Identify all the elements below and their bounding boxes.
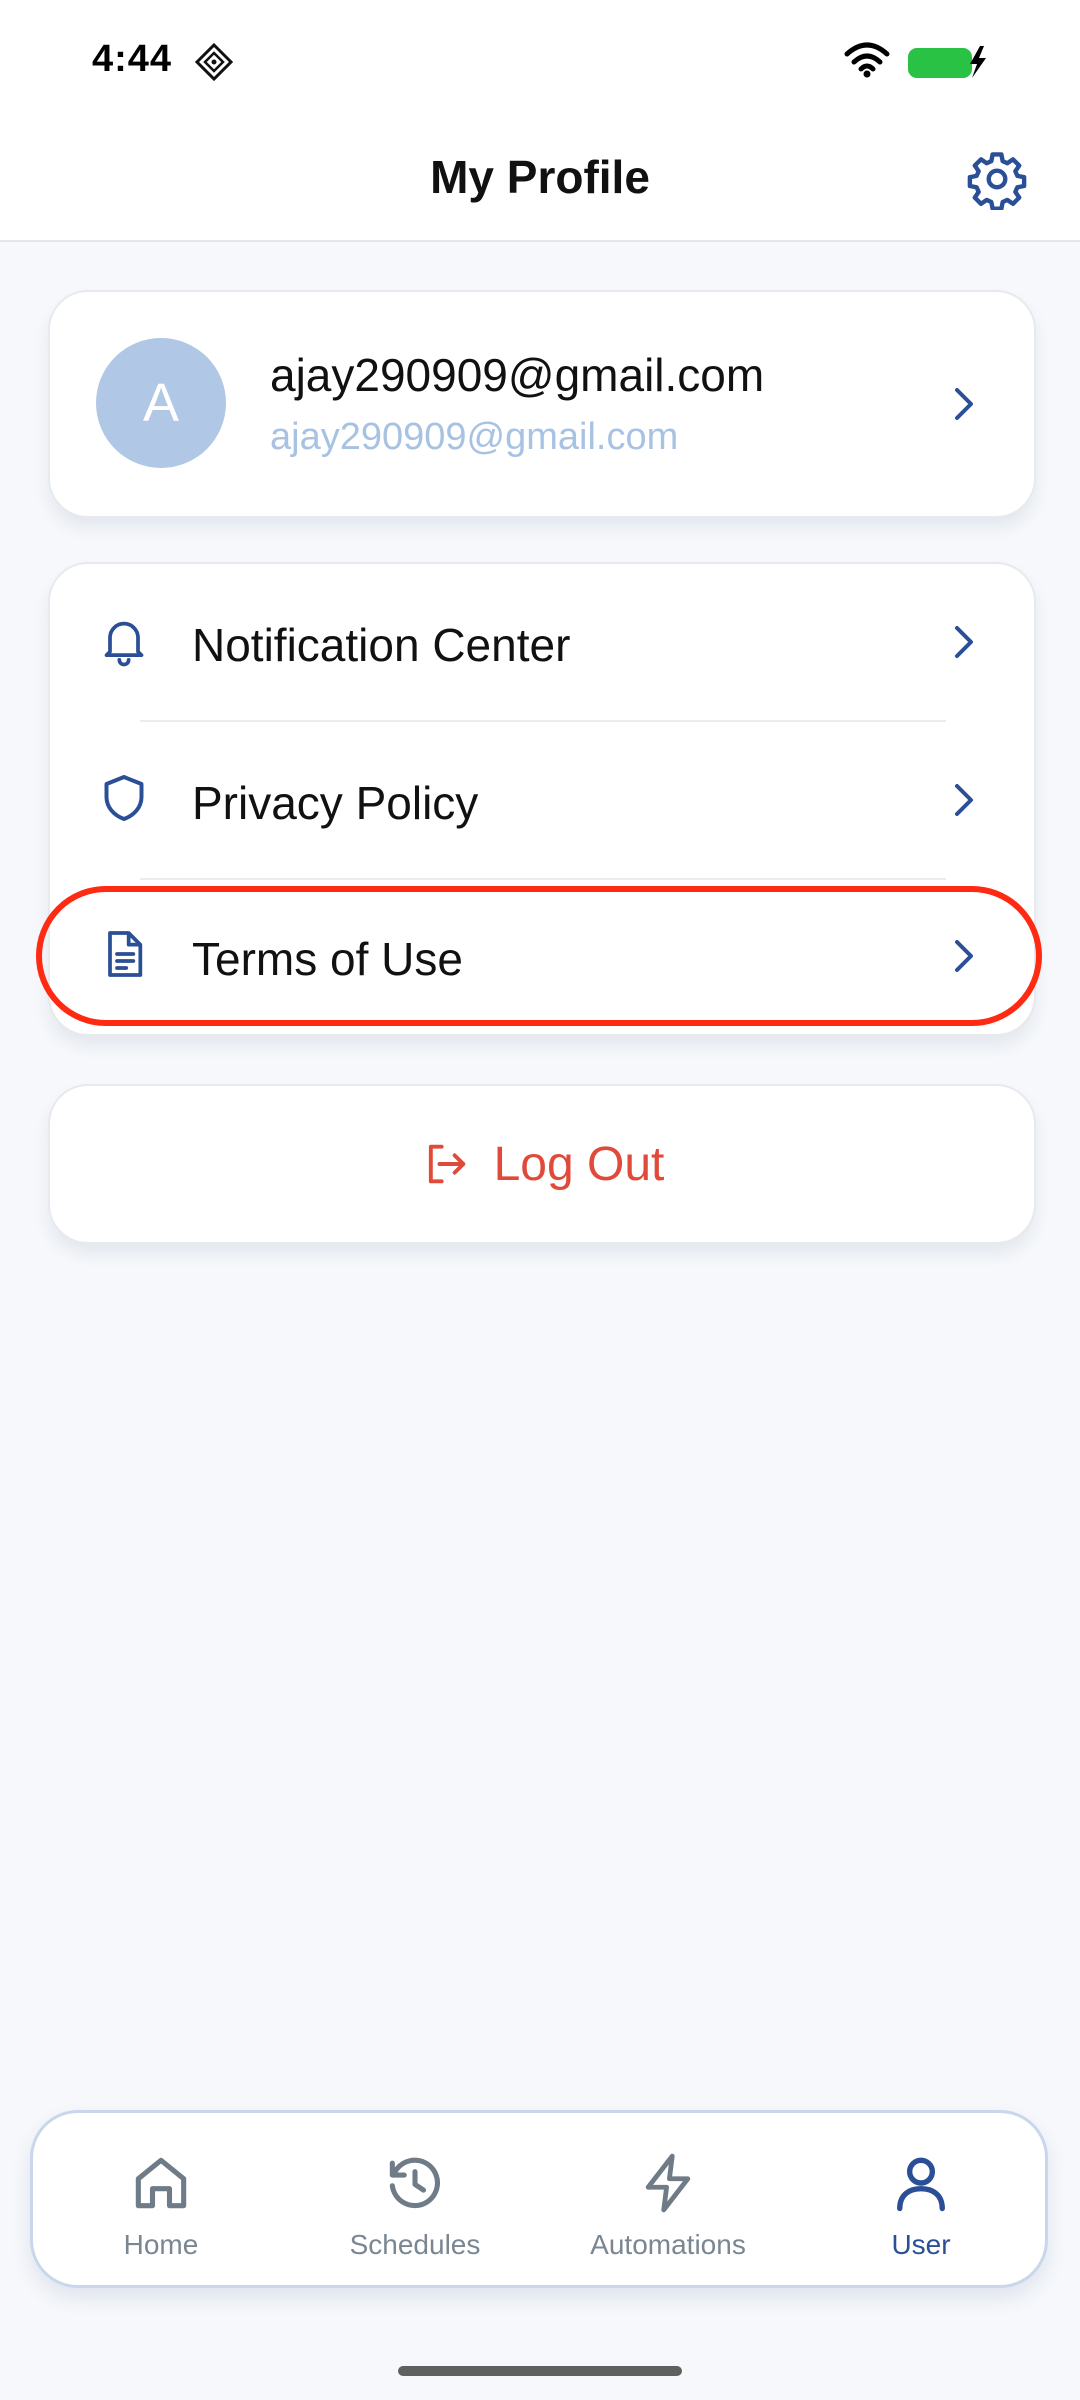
- menu-item-label: Privacy Policy: [192, 777, 479, 829]
- tab-label: User: [891, 2229, 951, 2260]
- history-icon: [389, 2157, 441, 2209]
- logout-label: Log Out: [493, 1137, 665, 1191]
- profile-email: ajay290909@gmail.com: [270, 349, 765, 401]
- profile-card[interactable]: A ajay290909@gmail.com ajay290909@gmail.…: [48, 290, 1036, 518]
- top-bar: 4:44 My Profile: [0, 0, 1080, 242]
- profile-subtitle: ajay290909@gmail.com: [270, 416, 679, 458]
- bell-icon: [104, 621, 144, 667]
- logout-content: Log Out: [50, 1086, 1034, 1242]
- chevron-right-icon: [955, 388, 973, 420]
- menu-item-privacy-policy[interactable]: Privacy Policy: [50, 722, 1034, 878]
- tab-user[interactable]: User: [821, 2113, 1021, 2285]
- menu-item-notification-center[interactable]: Notification Center: [50, 564, 1034, 720]
- avatar: A: [96, 338, 226, 468]
- lightning-icon: [645, 2153, 691, 2213]
- shield-icon: [104, 775, 144, 821]
- tab-label: Home: [123, 2229, 199, 2260]
- bottom-tab-bar: Home Schedules Automations User: [30, 2110, 1048, 2288]
- status-time: 4:44: [92, 38, 173, 80]
- menu-item-label: Notification Center: [192, 619, 571, 671]
- gear-icon[interactable]: [966, 148, 1028, 210]
- tab-label: Automations: [590, 2229, 746, 2260]
- chevron-right-icon: [955, 784, 973, 816]
- tab-home[interactable]: Home: [61, 2113, 261, 2285]
- wifi-icon: [844, 42, 890, 78]
- tab-label: Schedules: [349, 2229, 481, 2260]
- highlight-outline: [36, 886, 1042, 1026]
- location-diamond-icon: [194, 42, 234, 82]
- chevron-right-icon: [955, 626, 973, 658]
- battery-charging-icon: [908, 46, 986, 78]
- logout-button[interactable]: Log Out: [48, 1084, 1036, 1244]
- page-title: My Profile: [430, 151, 650, 203]
- user-icon: [897, 2157, 945, 2212]
- home-indicator: [398, 2366, 682, 2376]
- tab-schedules[interactable]: Schedules: [315, 2113, 515, 2285]
- logout-icon: [428, 1144, 465, 1184]
- home-icon: [135, 2157, 187, 2209]
- tab-automations[interactable]: Automations: [568, 2113, 768, 2285]
